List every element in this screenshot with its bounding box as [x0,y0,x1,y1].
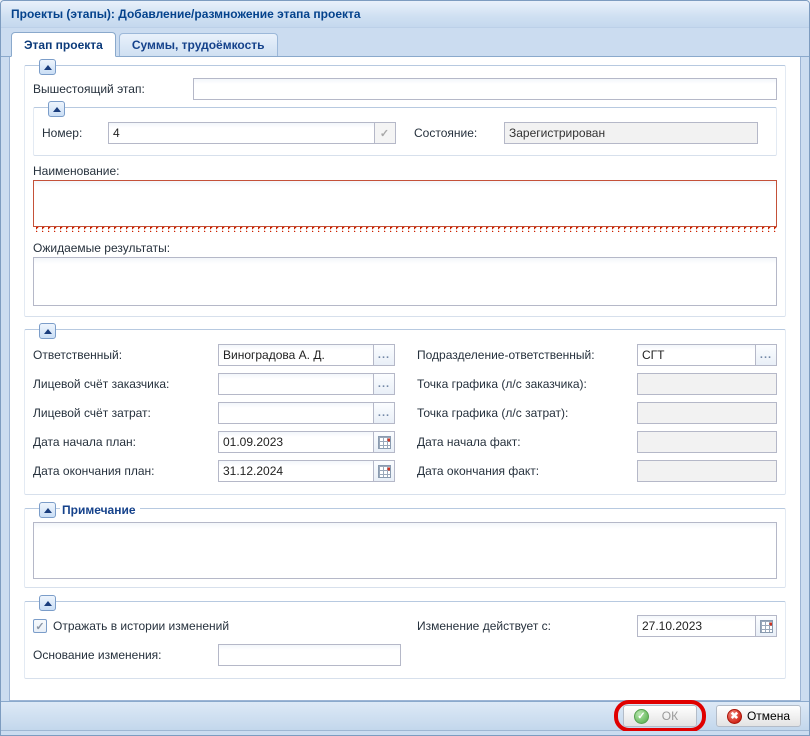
ok-button-label: ОК [654,709,686,723]
parent-stage-label: Вышестоящий этап: [33,82,193,96]
highlight-annotation: ✓ ОК [614,700,706,732]
note-textarea[interactable] [33,522,777,579]
schedule-point-cost-label: Точка графика (л/с затрат): [417,406,637,420]
change-reason-input[interactable] [218,644,401,666]
start-date-plan-input[interactable] [218,431,374,453]
collapse-toggle-icon[interactable] [48,101,65,117]
lookup-ellipsis-icon[interactable]: ... [755,344,777,366]
state-label: Состояние: [414,126,504,140]
cost-account-input[interactable] [218,402,374,424]
lookup-ellipsis-icon[interactable]: ... [373,402,395,424]
cancel-x-icon: ✖ [727,709,742,724]
end-date-plan-label: Дата окончания план: [33,464,218,478]
confirm-check-icon[interactable]: ✓ [374,122,396,144]
dialog-window: Проекты (этапы): Добавление/размножение … [0,0,810,736]
history-checkbox[interactable]: ✓ [33,619,47,633]
expected-results-label: Ожидаемые результаты: [33,241,777,255]
start-date-fact-label: Дата начала факт: [417,435,637,449]
invalid-underline [33,227,777,232]
schedule-point-customer-input [637,373,777,395]
cancel-button-label: Отмена [747,709,790,723]
cancel-button[interactable]: ✖ Отмена [716,705,801,727]
tab-sums-label: Суммы, трудоёмкость [132,38,265,52]
calendar-icon[interactable] [373,460,395,482]
fieldset-main: Вышестоящий этап: Номер: ✓ Состояние: [24,65,786,317]
window-title: Проекты (этапы): Добавление/размножение … [11,7,361,21]
title-bar: Проекты (этапы): Добавление/размножение … [1,1,809,28]
calendar-glyph-icon [378,436,391,449]
change-reason-label: Основание изменения: [33,648,218,662]
lookup-ellipsis-icon[interactable]: ... [373,373,395,395]
tab-sums[interactable]: Суммы, трудоёмкость [119,33,278,56]
expected-results-textarea[interactable] [33,257,777,306]
tab-stage[interactable]: Этап проекта [11,32,116,57]
change-effective-input[interactable] [637,615,756,637]
calendar-icon[interactable] [755,615,777,637]
responsible-department-input[interactable] [637,344,756,366]
parent-stage-input[interactable] [193,78,777,100]
calendar-glyph-icon [378,465,391,478]
tab-bar: Этап проекта Суммы, трудоёмкость [1,28,809,57]
number-label: Номер: [42,126,108,140]
tab-stage-label: Этап проекта [24,38,103,52]
collapse-toggle-icon[interactable] [39,502,56,518]
calendar-glyph-icon [760,620,773,633]
schedule-point-cost-input [637,402,777,424]
fieldset-details: Ответственный: ... Подразделение-ответст… [24,329,786,495]
fieldset-number: Номер: ✓ Состояние: [33,107,777,156]
arrow-up-icon [44,329,52,334]
end-date-fact-label: Дата окончания факт: [417,464,637,478]
schedule-point-customer-label: Точка графика (л/с заказчика): [417,377,637,391]
customer-account-input[interactable] [218,373,374,395]
collapse-toggle-icon[interactable] [39,323,56,339]
window-bottom-edge [1,731,809,735]
responsible-label: Ответственный: [33,348,218,362]
fieldset-history: ✓ Отражать в истории изменений Изменение… [24,601,786,679]
note-legend: Примечание [60,503,140,517]
start-date-fact-input [637,431,777,453]
state-input [504,122,758,144]
history-checkbox-label: Отражать в истории изменений [53,619,229,633]
number-input[interactable] [108,122,375,144]
collapse-toggle-icon[interactable] [39,59,56,75]
name-textarea[interactable] [33,180,777,227]
start-date-plan-label: Дата начала план: [33,435,218,449]
arrow-up-icon [44,601,52,606]
arrow-up-icon [53,107,61,112]
calendar-icon[interactable] [373,431,395,453]
arrow-up-icon [44,65,52,70]
end-date-fact-input [637,460,777,482]
form-panel: Вышестоящий этап: Номер: ✓ Состояние: [9,57,801,701]
customer-account-label: Лицевой счёт заказчика: [33,377,218,391]
ok-button[interactable]: ✓ ОК [623,705,697,727]
footer-toolbar: ✓ ОК ✖ Отмена [1,701,809,731]
collapse-toggle-icon[interactable] [39,595,56,611]
responsible-input[interactable] [218,344,374,366]
cost-account-label: Лицевой счёт затрат: [33,406,218,420]
name-label: Наименование: [33,164,777,178]
ok-check-icon: ✓ [634,709,649,724]
end-date-plan-input[interactable] [218,460,374,482]
arrow-up-icon [44,508,52,513]
lookup-ellipsis-icon[interactable]: ... [373,344,395,366]
change-effective-label: Изменение действует с: [417,619,637,633]
responsible-department-label: Подразделение-ответственный: [417,348,637,362]
fieldset-note: Примечание [24,508,786,588]
